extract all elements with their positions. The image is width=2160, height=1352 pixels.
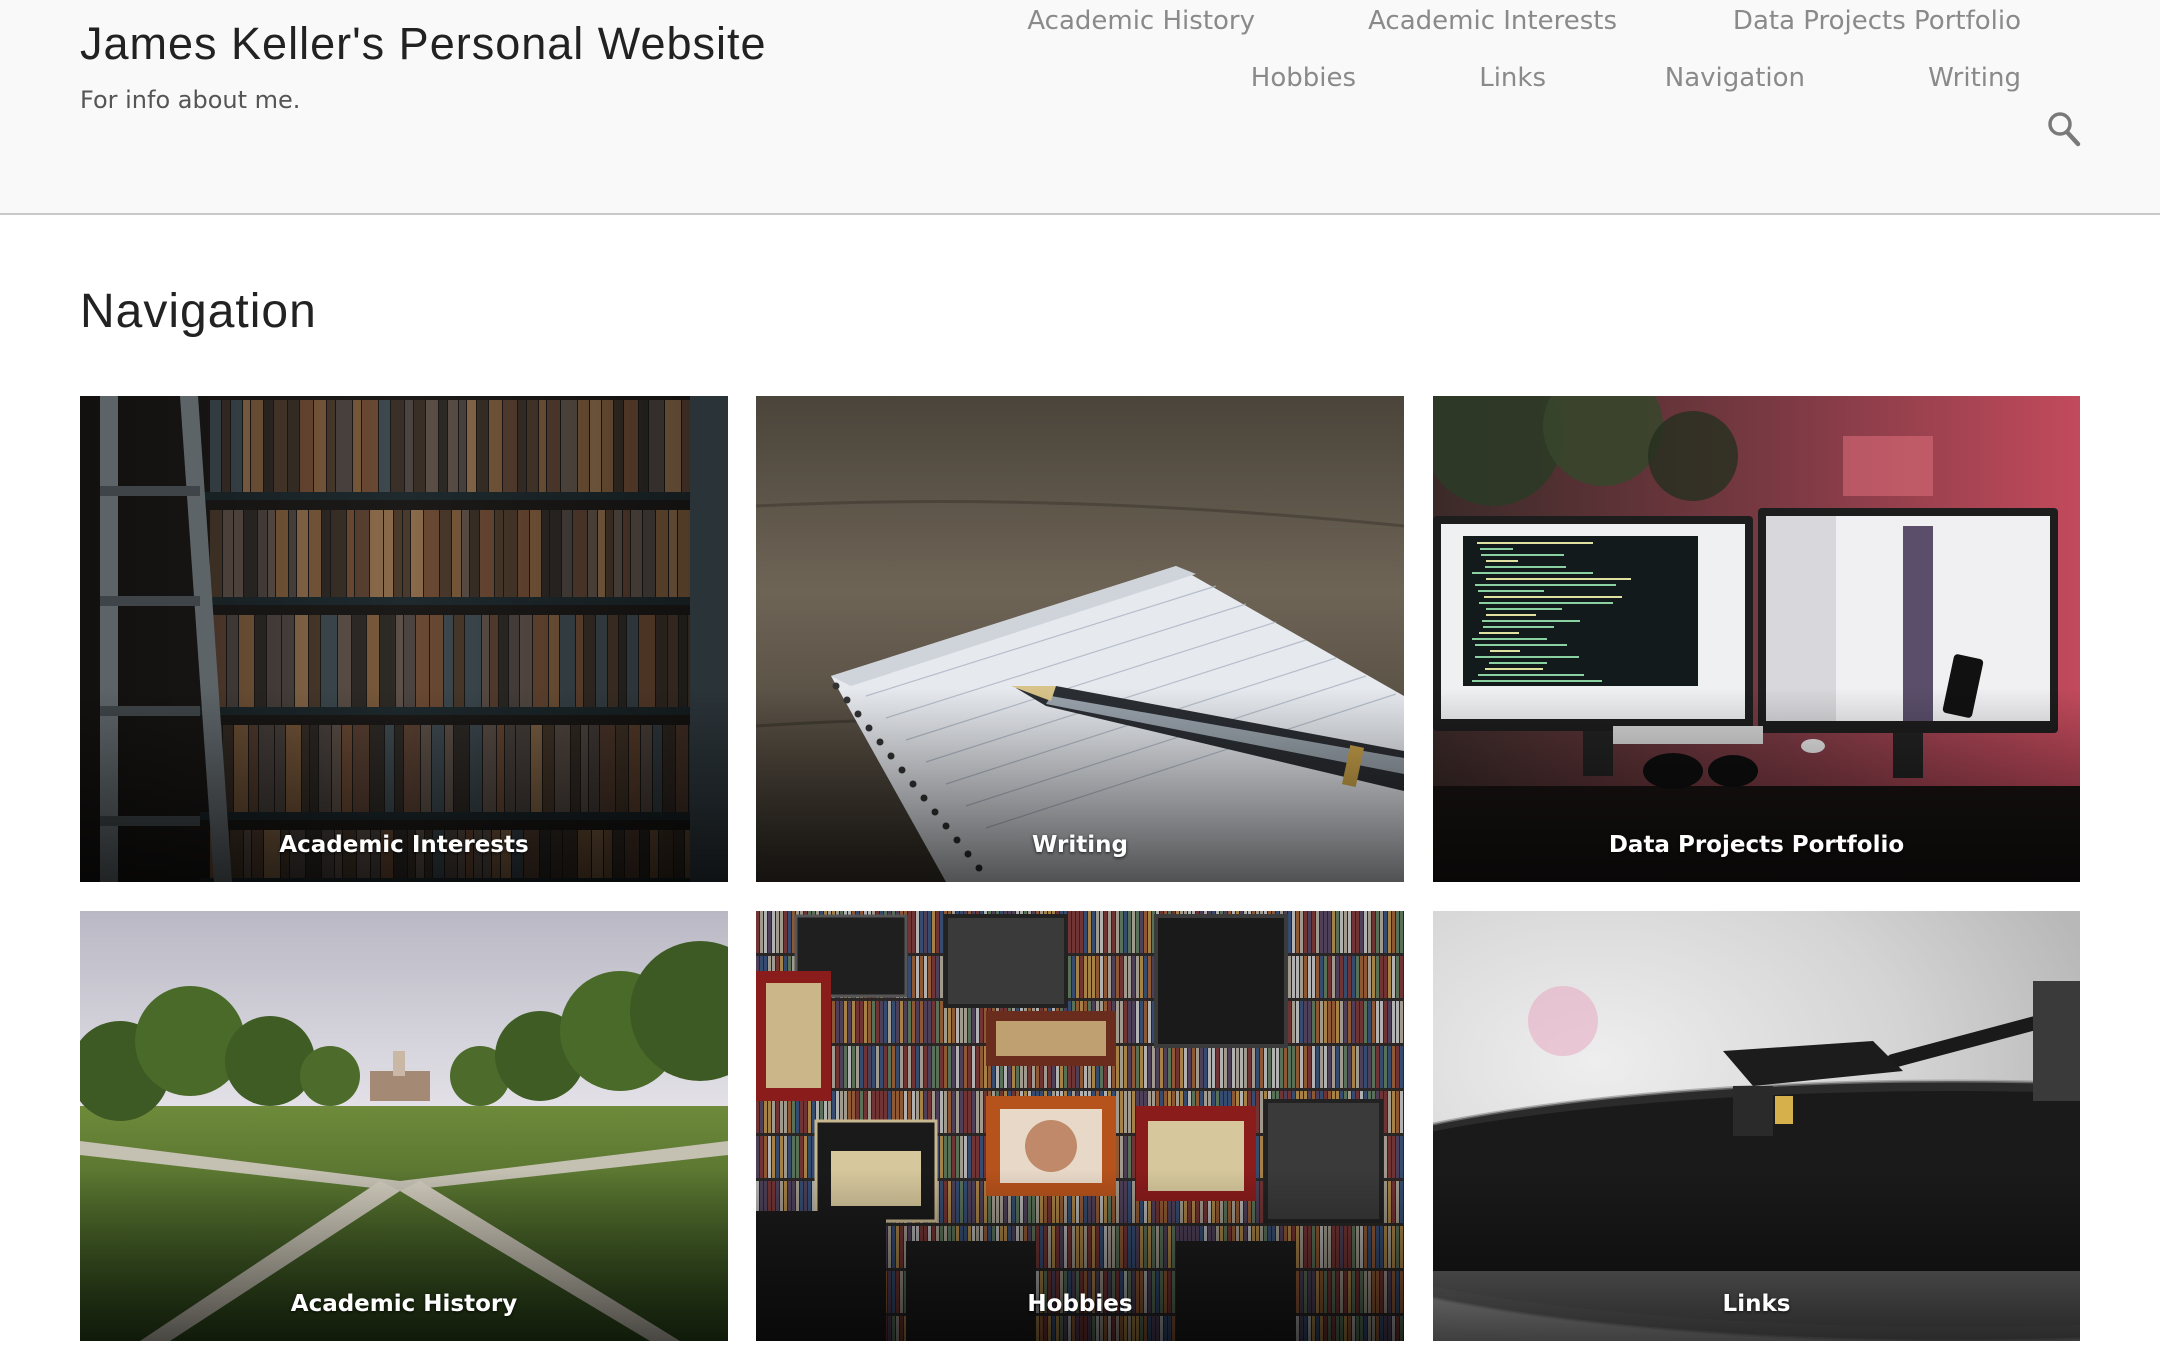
page-title: Navigation (80, 285, 317, 338)
nav-link-links[interactable]: Links (1479, 63, 1546, 93)
card-label: Academic Interests (279, 832, 529, 858)
card-writing[interactable]: Writing (756, 396, 1404, 882)
card-label: Academic History (290, 1291, 518, 1317)
card-label: Hobbies (1027, 1291, 1133, 1317)
card-links[interactable]: Links (1433, 911, 2080, 1341)
card-data-projects-portfolio[interactable]: Data Projects Portfolio (1433, 396, 2080, 882)
card-hobbies[interactable]: Hobbies (756, 911, 1404, 1341)
nav-link-academic-history[interactable]: Academic History (1027, 6, 1255, 36)
site-header: James Keller's Personal Website For info… (0, 0, 2160, 215)
card-label: Links (1722, 1291, 1791, 1317)
nav-link-data-projects-portfolio[interactable]: Data Projects Portfolio (1733, 6, 2021, 36)
card-label: Writing (1032, 832, 1128, 858)
search-icon[interactable] (2046, 110, 2082, 148)
site-title[interactable]: James Keller's Personal Website (80, 18, 767, 70)
nav-link-navigation[interactable]: Navigation (1665, 63, 1805, 93)
card-label: Data Projects Portfolio (1608, 832, 1905, 858)
nav-link-hobbies[interactable]: Hobbies (1251, 63, 1356, 93)
nav-link-academic-interests[interactable]: Academic Interests (1368, 6, 1617, 36)
card-academic-history[interactable]: Academic History (80, 911, 728, 1341)
card-academic-interests[interactable]: Academic Interests (80, 396, 728, 882)
nav-link-writing[interactable]: Writing (1928, 63, 2021, 93)
site-description: For info about me. (80, 86, 301, 114)
